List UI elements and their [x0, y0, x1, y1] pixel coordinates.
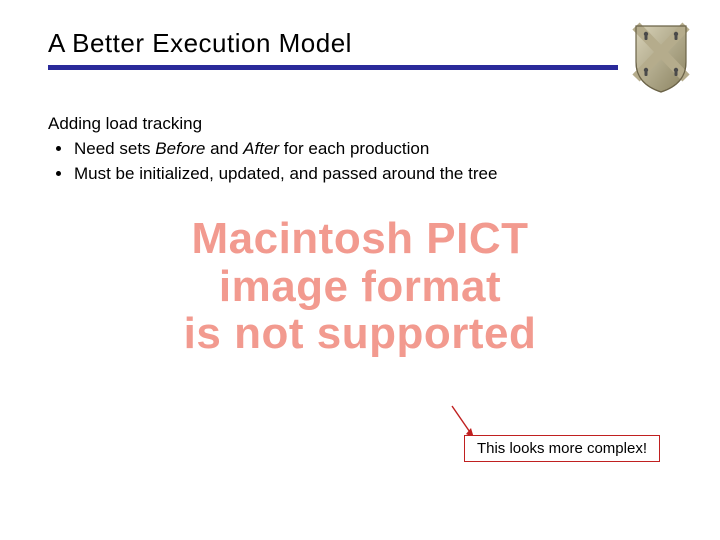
slide-title: A Better Execution Model [48, 28, 618, 59]
callout: This looks more complex! [464, 435, 660, 462]
pict-unsupported-message: Macintosh PICT image format is not suppo… [0, 215, 720, 358]
pict-line: is not supported [0, 310, 720, 358]
bullet-emphasis: Before [155, 139, 205, 158]
title-column: A Better Execution Model [48, 28, 618, 70]
pict-line: image format [0, 263, 720, 311]
header-row: A Better Execution Model [0, 0, 720, 99]
bullet-list: Need sets Before and After for each prod… [48, 138, 672, 186]
lead-text: Adding load tracking [48, 113, 672, 136]
bullet-item: Need sets Before and After for each prod… [52, 138, 672, 161]
bullet-item: Must be initialized, updated, and passed… [52, 163, 672, 186]
bullet-text: Must be initialized, updated, and passed… [74, 164, 497, 183]
pict-line: Macintosh PICT [0, 215, 720, 263]
slide-body: Adding load tracking Need sets Before an… [0, 99, 720, 186]
bullet-text-part: Need sets [74, 139, 155, 158]
bullet-text-part: and [205, 139, 243, 158]
bullet-text-part: for each production [279, 139, 429, 158]
bullet-emphasis: After [243, 139, 279, 158]
slide: A Better Execution Model [0, 0, 720, 540]
crest-icon [632, 22, 690, 99]
title-underline [48, 65, 618, 70]
callout-text: This looks more complex! [464, 435, 660, 462]
